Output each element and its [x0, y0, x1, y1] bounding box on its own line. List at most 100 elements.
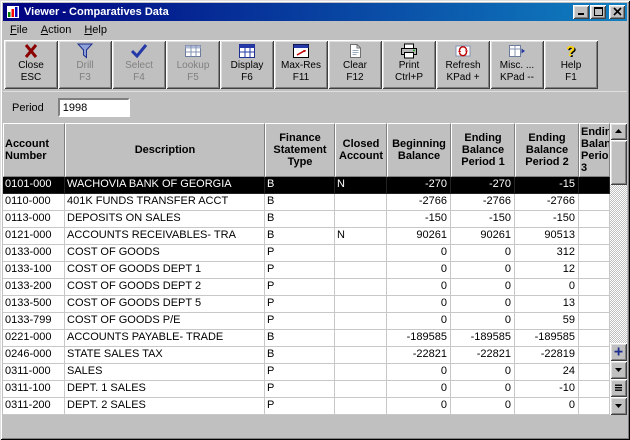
beginning-balance-cell[interactable]: 0: [387, 398, 451, 415]
menu-item-file[interactable]: File: [4, 22, 35, 38]
account-number-cell[interactable]: 0311-000: [3, 364, 65, 381]
table-row[interactable]: 0121-000ACCOUNTS RECEIVABLES- TRABN 90261…: [3, 228, 610, 245]
scrollbar-track[interactable]: [610, 140, 627, 343]
menu-item-action[interactable]: Action: [35, 22, 79, 38]
ending-balance-period-3-cell[interactable]: [579, 211, 610, 228]
table-row[interactable]: 0311-200DEPT. 2 SALESP000: [3, 398, 610, 415]
description-cell[interactable]: SALES: [65, 364, 265, 381]
ending-balance-period-1-cell[interactable]: 0: [451, 262, 515, 279]
ending-balance-period-1-cell[interactable]: 0: [451, 364, 515, 381]
table-row[interactable]: 0101-000WACHOVIA BANK OF GEORGIABN-270-2…: [3, 177, 610, 194]
account-number-cell[interactable]: 0133-799: [3, 313, 65, 330]
beginning-balance-cell[interactable]: -22821: [387, 347, 451, 364]
ending-balance-period-3-cell[interactable]: [579, 347, 610, 364]
table-row[interactable]: 0110-000401K FUNDS TRANSFER ACCTB-2766-2…: [3, 194, 610, 211]
ending-balance-period-1-cell[interactable]: -270: [451, 177, 515, 194]
ending-balance-period-1-cell[interactable]: 90261: [451, 228, 515, 245]
finance-statement-type-cell[interactable]: P: [265, 279, 335, 296]
account-number-cell[interactable]: 0113-000: [3, 211, 65, 228]
closed-account-cell[interactable]: [335, 245, 387, 262]
ending-balance-period-2-cell[interactable]: 12: [515, 262, 579, 279]
ending-balance-period-1-cell[interactable]: 0: [451, 296, 515, 313]
ending-balance-period-3-cell[interactable]: [579, 262, 610, 279]
description-cell[interactable]: COST OF GOODS: [65, 245, 265, 262]
table-row[interactable]: 0113-000DEPOSITS ON SALESB-150-150-150: [3, 211, 610, 228]
description-cell[interactable]: DEPT. 2 SALES: [65, 398, 265, 415]
closed-account-cell[interactable]: [335, 296, 387, 313]
finance-statement-type-cell[interactable]: B: [265, 228, 335, 245]
account-number-cell[interactable]: 0246-000: [3, 347, 65, 364]
scroll-down-button[interactable]: [610, 361, 627, 379]
scroll-up-button[interactable]: [610, 123, 627, 140]
account-number-cell[interactable]: 0221-000: [3, 330, 65, 347]
closed-account-cell[interactable]: [335, 381, 387, 398]
description-cell[interactable]: ACCOUNTS PAYABLE- TRADE: [65, 330, 265, 347]
toolbar-button-max-res[interactable]: Max-ResF11: [274, 40, 328, 89]
ending-balance-period-2-cell[interactable]: 90513: [515, 228, 579, 245]
table-row[interactable]: 0133-799COST OF GOODS P/EP0059: [3, 313, 610, 330]
ending-balance-period-1-cell[interactable]: 0: [451, 381, 515, 398]
toolbar-button-drill[interactable]: DrillF3: [58, 40, 112, 89]
table-row[interactable]: 0311-000SALESP0024: [3, 364, 610, 381]
description-cell[interactable]: STATE SALES TAX: [65, 347, 265, 364]
toolbar-button-refresh[interactable]: RefreshKPad +: [436, 40, 490, 89]
closed-account-cell[interactable]: N: [335, 177, 387, 194]
account-number-cell[interactable]: 0110-000: [3, 194, 65, 211]
ending-balance-period-2-cell[interactable]: 0: [515, 279, 579, 296]
ending-balance-period-3-cell[interactable]: [579, 364, 610, 381]
table-row[interactable]: 0311-100DEPT. 1 SALESP00-10: [3, 381, 610, 398]
period-input[interactable]: [58, 98, 130, 117]
ending-balance-period-1-cell[interactable]: 0: [451, 398, 515, 415]
toolbar-button-misc[interactable]: Misc. ...KPad --: [490, 40, 544, 89]
description-cell[interactable]: DEPT. 1 SALES: [65, 381, 265, 398]
closed-account-cell[interactable]: [335, 279, 387, 296]
finance-statement-type-cell[interactable]: B: [265, 347, 335, 364]
beginning-balance-cell[interactable]: 0: [387, 296, 451, 313]
beginning-balance-cell[interactable]: 0: [387, 313, 451, 330]
account-number-cell[interactable]: 0101-000: [3, 177, 65, 194]
beginning-balance-cell[interactable]: -150: [387, 211, 451, 228]
minimize-button[interactable]: [573, 5, 589, 19]
ending-balance-period-3-cell[interactable]: [579, 228, 610, 245]
close-button[interactable]: [609, 5, 625, 19]
maximize-button[interactable]: [590, 5, 606, 19]
description-cell[interactable]: ACCOUNTS RECEIVABLES- TRA: [65, 228, 265, 245]
ending-balance-period-3-cell[interactable]: [579, 279, 610, 296]
scroll-end-button[interactable]: [610, 397, 627, 415]
ending-balance-period-2-cell[interactable]: -150: [515, 211, 579, 228]
closed-account-cell[interactable]: N: [335, 228, 387, 245]
toolbar-button-clear[interactable]: ClearF12: [328, 40, 382, 89]
account-number-cell[interactable]: 0121-000: [3, 228, 65, 245]
ending-balance-period-3-cell[interactable]: [579, 313, 610, 330]
closed-account-cell[interactable]: [335, 330, 387, 347]
beginning-balance-cell[interactable]: -270: [387, 177, 451, 194]
closed-account-cell[interactable]: [335, 194, 387, 211]
toolbar-button-print[interactable]: PrintCtrl+P: [382, 40, 436, 89]
finance-statement-type-cell[interactable]: P: [265, 262, 335, 279]
scrollbar-thumb[interactable]: [610, 140, 627, 185]
closed-account-cell[interactable]: [335, 347, 387, 364]
ending-balance-period-2-cell[interactable]: 0: [515, 398, 579, 415]
account-number-cell[interactable]: 0311-200: [3, 398, 65, 415]
ending-balance-period-3-cell[interactable]: [579, 296, 610, 313]
beginning-balance-cell[interactable]: -2766: [387, 194, 451, 211]
closed-account-cell[interactable]: [335, 398, 387, 415]
description-cell[interactable]: DEPOSITS ON SALES: [65, 211, 265, 228]
beginning-balance-cell[interactable]: -189585: [387, 330, 451, 347]
table-row[interactable]: 0133-500COST OF GOODS DEPT 5P0013: [3, 296, 610, 313]
description-cell[interactable]: COST OF GOODS DEPT 1: [65, 262, 265, 279]
ending-balance-period-3-cell[interactable]: [579, 194, 610, 211]
toolbar-button-close[interactable]: CloseESC: [4, 40, 58, 89]
title-bar[interactable]: Viewer - Comparatives Data: [3, 3, 627, 21]
account-number-cell[interactable]: 0133-200: [3, 279, 65, 296]
ending-balance-period-1-cell[interactable]: 0: [451, 279, 515, 296]
ending-balance-period-3-cell[interactable]: [579, 398, 610, 415]
finance-statement-type-cell[interactable]: B: [265, 177, 335, 194]
beginning-balance-cell[interactable]: 0: [387, 364, 451, 381]
ending-balance-period-3-cell[interactable]: [579, 381, 610, 398]
beginning-balance-cell[interactable]: 0: [387, 381, 451, 398]
beginning-balance-cell[interactable]: 0: [387, 245, 451, 262]
finance-statement-type-cell[interactable]: P: [265, 398, 335, 415]
table-row[interactable]: 0133-100COST OF GOODS DEPT 1P0012: [3, 262, 610, 279]
finance-statement-type-cell[interactable]: B: [265, 194, 335, 211]
